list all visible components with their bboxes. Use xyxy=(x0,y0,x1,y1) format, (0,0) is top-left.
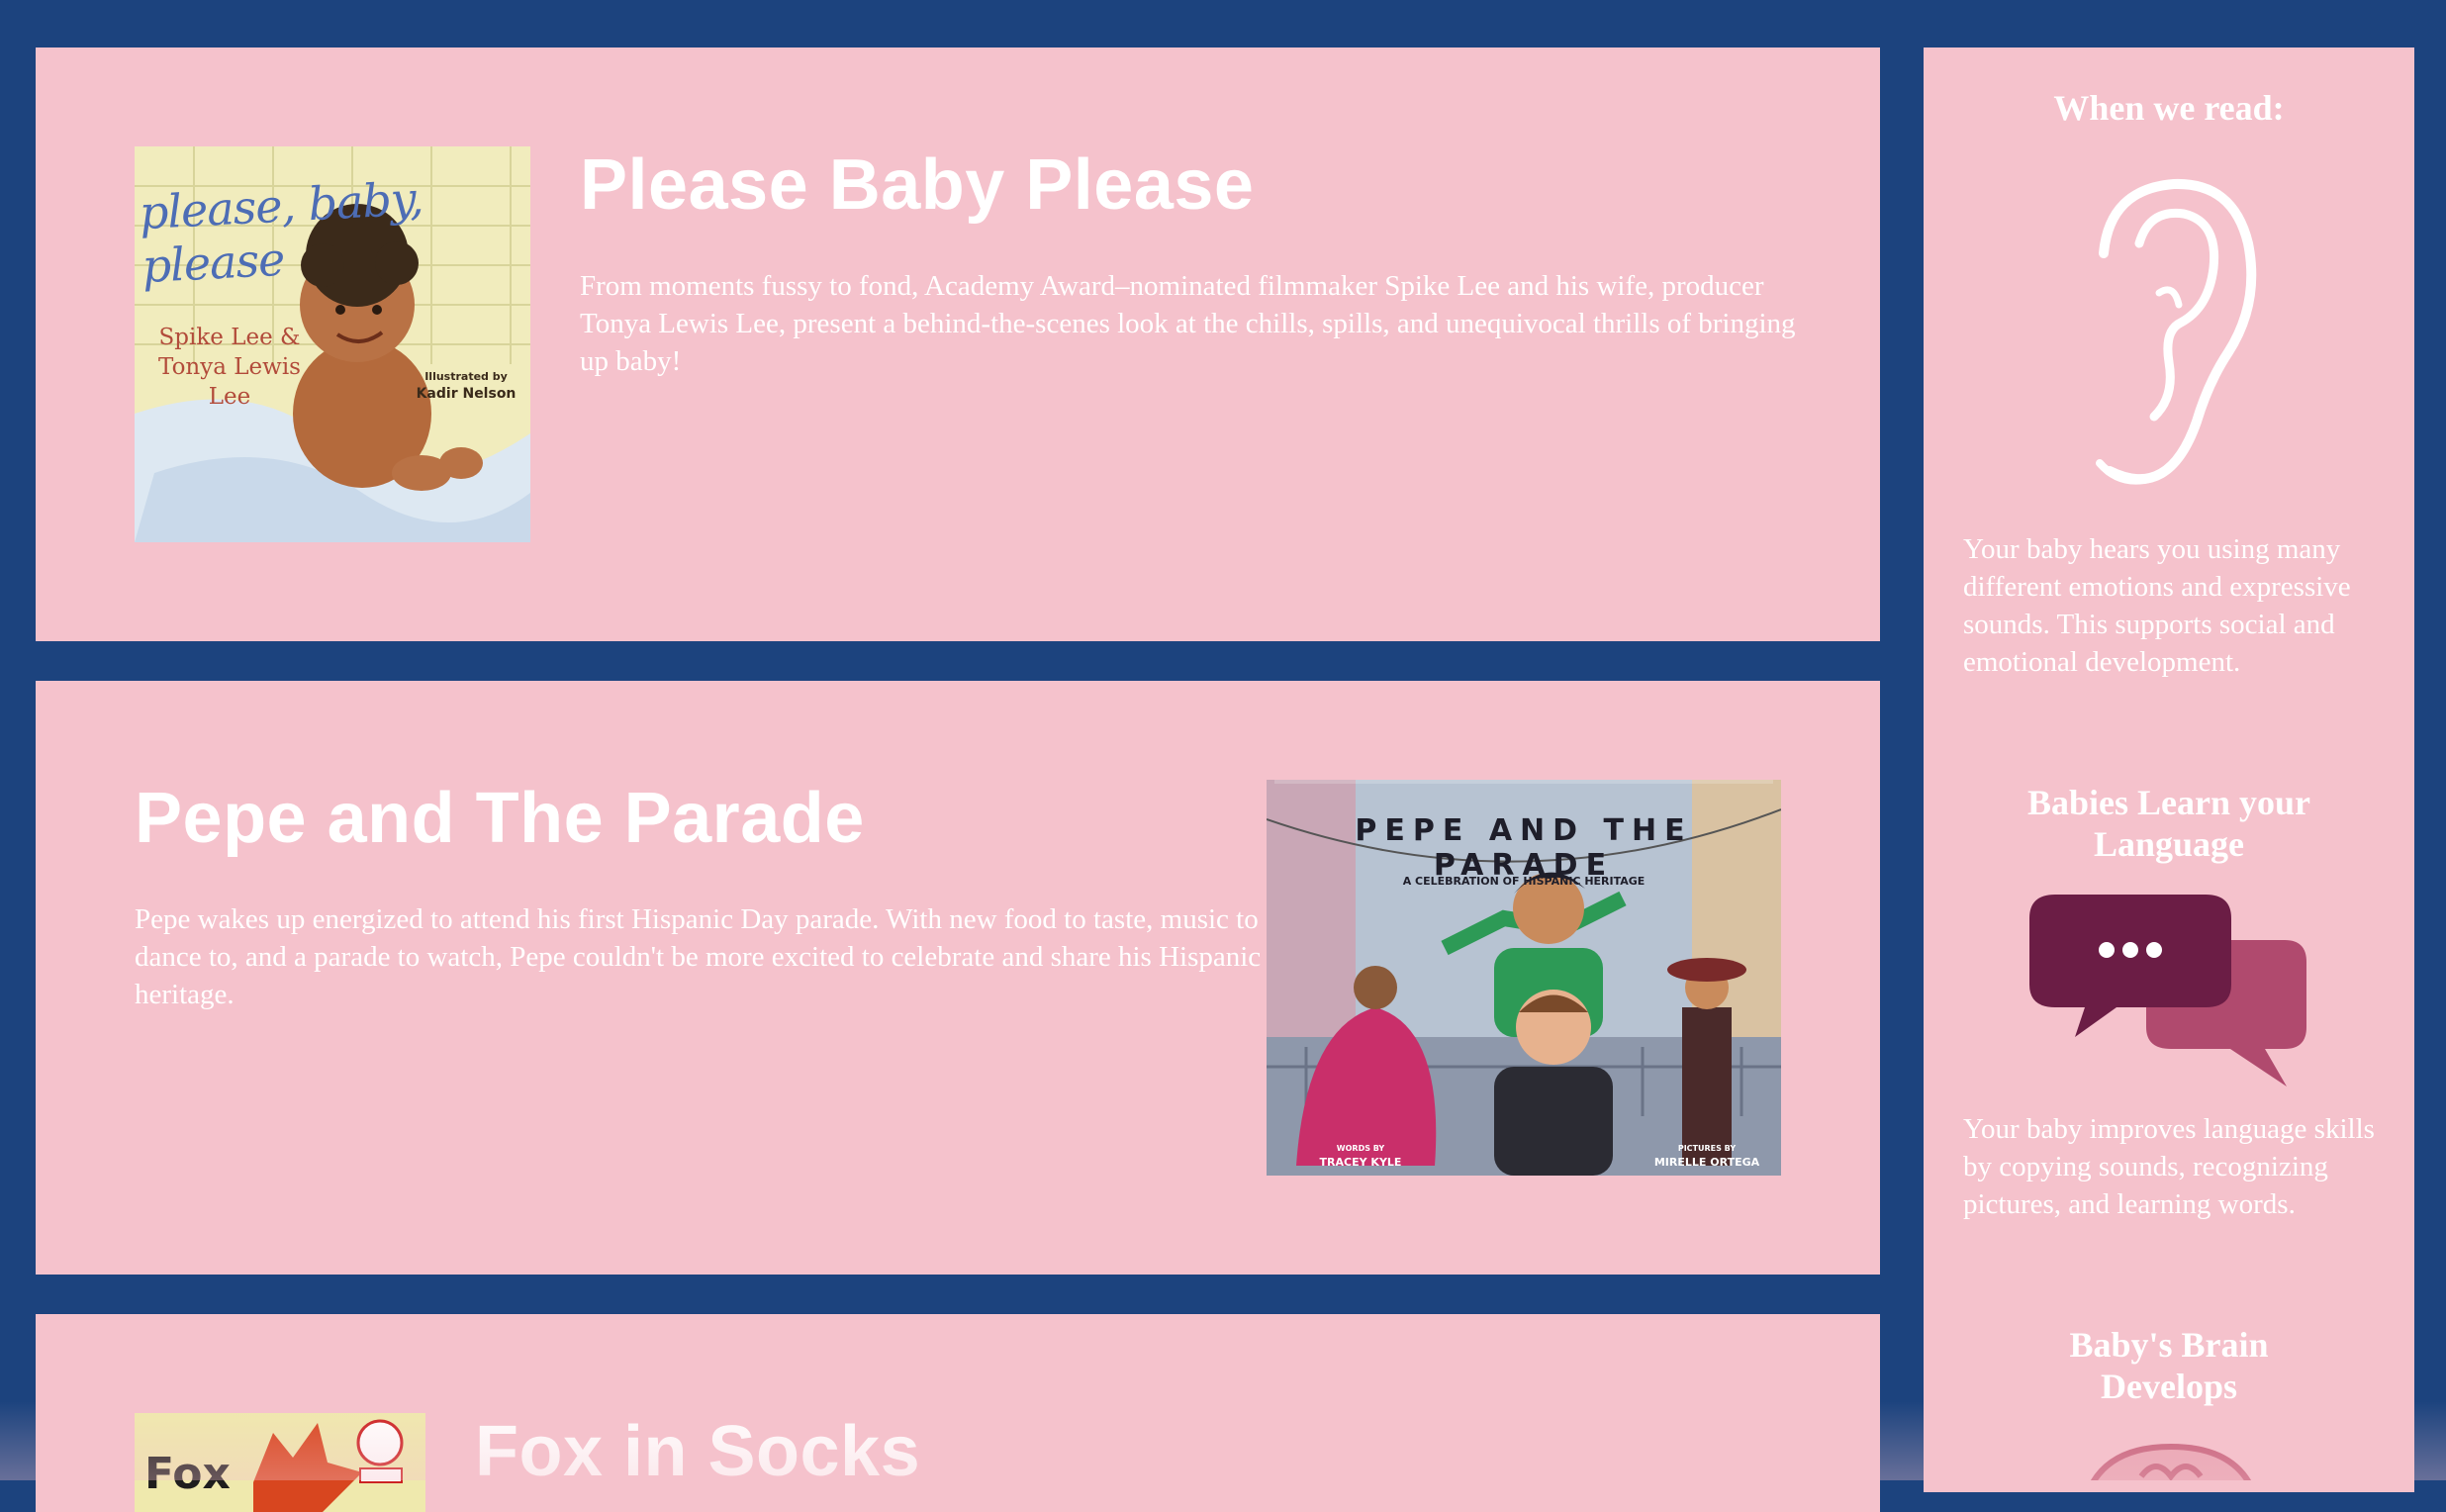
brain-icon xyxy=(2062,1437,2280,1480)
book-description: From moments fussy to fond, Academy Awar… xyxy=(580,270,1796,377)
cover-words-by: WORDS BY xyxy=(1336,1144,1385,1153)
speech-bubbles-icon xyxy=(2027,891,2314,1088)
book-card-pepe-and-the-parade: Pepe and The Parade Pepe wakes up energi… xyxy=(36,681,1880,1275)
cover-authors: Spike Lee & Tonya Lewis Lee xyxy=(158,325,301,410)
book-cover-fox-in-socks[interactable]: Fox xyxy=(135,1413,425,1512)
cover-title: please, baby, please xyxy=(138,171,424,294)
book-card-fox-in-socks: Fox Fox in Socks xyxy=(36,1314,1880,1512)
cover-illustrated-by: Illustrated by xyxy=(424,370,508,383)
cover-pictures-by: PICTURES BY xyxy=(1677,1144,1737,1153)
book-title[interactable]: Please Baby Please xyxy=(580,144,1254,226)
sidebar-text-language: Your baby improves language skills by co… xyxy=(1963,1113,2375,1220)
cover-title: Fox xyxy=(144,1449,231,1499)
cover-illustrator: Kadir Nelson xyxy=(416,386,517,402)
cover-illustrator: MIRELLE ORTEGA xyxy=(1653,1156,1760,1169)
reading-benefits-sidebar: When we read: Your baby hears you using … xyxy=(1924,47,2414,1492)
book-title[interactable]: Pepe and The Parade xyxy=(135,778,865,859)
book-cover-please-baby-please[interactable]: please, baby, please Spike Lee & Tonya L… xyxy=(135,146,530,542)
cover-author: TRACEY KYLE xyxy=(1319,1156,1402,1169)
book-card-please-baby-please: please, baby, please Spike Lee & Tonya L… xyxy=(36,47,1880,641)
sidebar-text-hearing: Your baby hears you using many different… xyxy=(1963,533,2351,678)
sidebar-heading-language: Babies Learn your Language xyxy=(2026,783,2310,864)
book-description: Pepe wakes up energized to attend his fi… xyxy=(135,903,1262,1010)
sidebar-heading: When we read: xyxy=(2053,88,2285,128)
book-cover-pepe-and-the-parade[interactable]: PEPE AND THE PARADE A CELEBRATION OF HIS… xyxy=(1267,780,1781,1176)
sidebar-heading-brain: Baby's Brain Develops xyxy=(2069,1325,2269,1406)
cover-subtitle: A CELEBRATION OF HISPANIC HERITAGE xyxy=(1402,875,1646,888)
cover-banner: PEPE AND THE PARADE xyxy=(1355,813,1693,883)
ear-icon xyxy=(2080,174,2258,501)
